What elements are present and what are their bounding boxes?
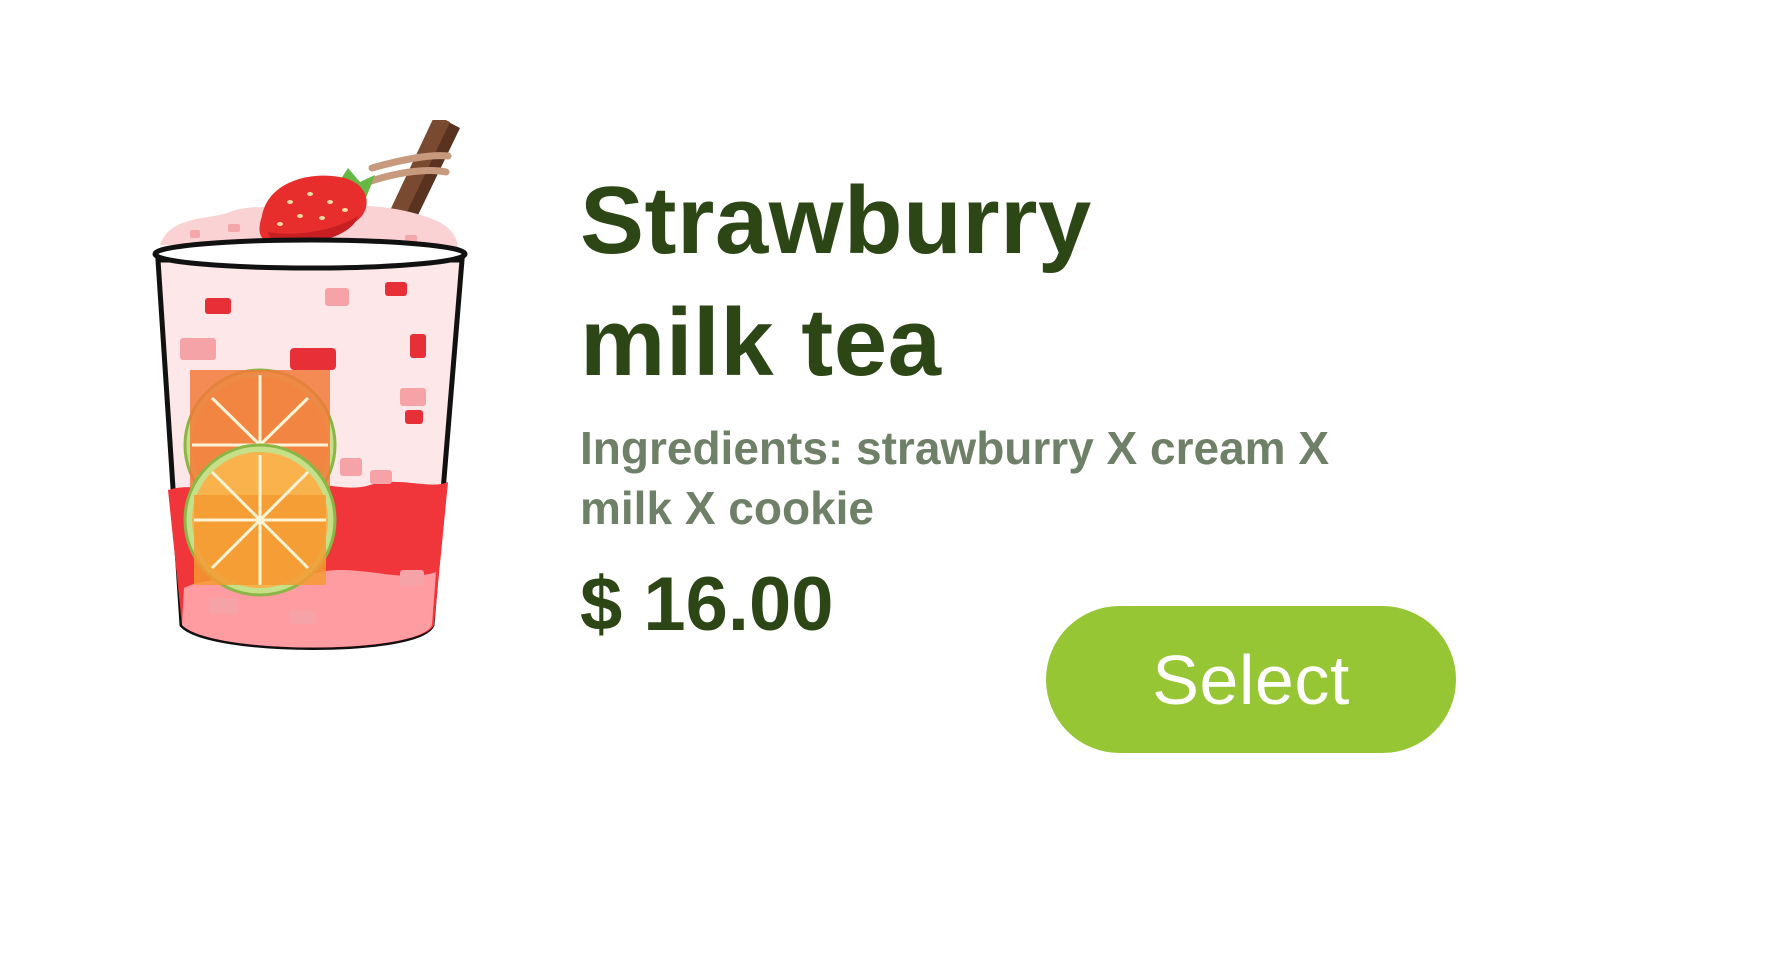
ingredients-line-1: Ingredients: strawburry X cream X	[580, 422, 1330, 474]
product-title: Strawburry milk tea	[580, 160, 1340, 404]
product-card: Strawburry milk tea Ingredients: strawbu…	[0, 0, 1791, 955]
ingredients-text: Ingredients: strawburry X cream X milk X…	[580, 418, 1420, 538]
product-title-line-2: milk tea	[580, 289, 942, 396]
strawberry-milk-tea-cup-icon	[150, 120, 480, 665]
select-button[interactable]: Select	[1046, 606, 1456, 753]
product-title-line-1: Strawburry	[580, 167, 1092, 274]
product-price: $ 16.00	[580, 562, 834, 647]
ingredients-line-2: milk X cookie	[580, 482, 875, 534]
orange-slice-icon	[183, 443, 337, 597]
